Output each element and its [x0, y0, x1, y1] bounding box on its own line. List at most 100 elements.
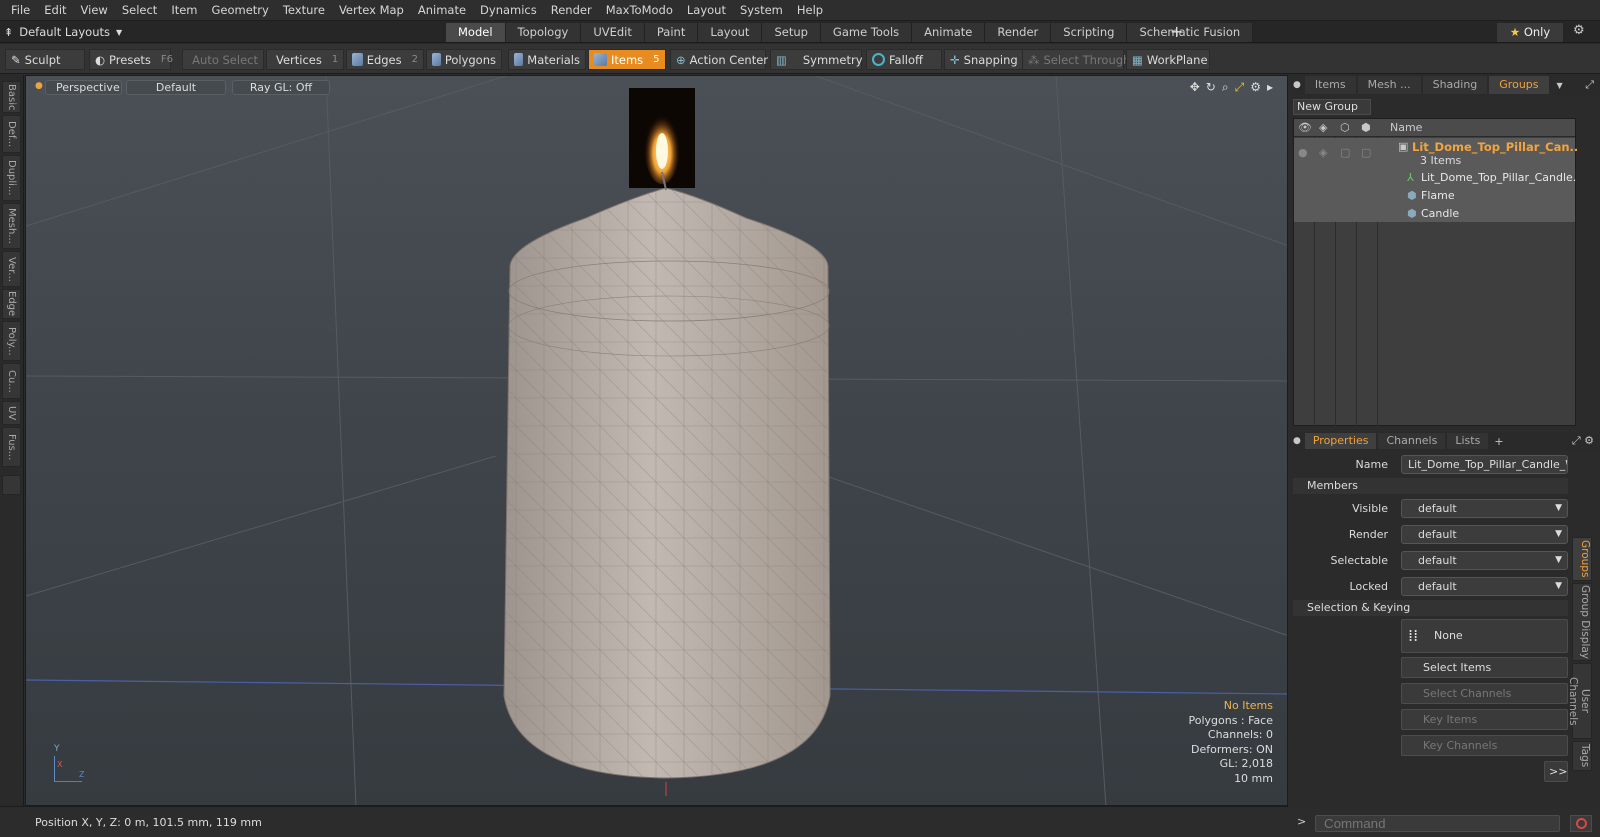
tab-items[interactable]: Items: [1304, 76, 1356, 94]
tab-deform[interactable]: Def...: [2, 115, 21, 153]
side-tab-tags[interactable]: Tags: [1572, 741, 1592, 771]
add-tab-icon[interactable]: +: [1494, 435, 1503, 448]
tab-game-tools[interactable]: Game Tools: [820, 23, 913, 42]
symmetry-button[interactable]: ▥ Symmetry: [770, 49, 863, 70]
more-button[interactable]: >>: [1544, 761, 1568, 782]
menu-file[interactable]: File: [4, 0, 37, 21]
select-icon[interactable]: ⬢: [1361, 121, 1371, 134]
viewport-gear-icon[interactable]: ⚙: [1250, 80, 1261, 95]
selection-keying-section[interactable]: Selection & Keying: [1293, 600, 1568, 616]
items-button[interactable]: Items 5: [588, 49, 666, 70]
select-channels-button[interactable]: Select Channels: [1401, 683, 1568, 704]
only-button[interactable]: ★ Only: [1497, 23, 1563, 42]
side-tab-user-channels[interactable]: User Channels: [1567, 663, 1592, 739]
tab-mesh[interactable]: Mesh...: [2, 203, 21, 249]
polygons-button[interactable]: Polygons: [426, 49, 502, 70]
view-perspective-button[interactable]: Perspective: [45, 80, 122, 95]
tab-scripting[interactable]: Scripting: [1051, 23, 1128, 42]
row-lock-icon[interactable]: ▢: [1340, 146, 1350, 159]
tabs-dropdown-icon[interactable]: ▼: [1557, 81, 1563, 90]
collapse-icon[interactable]: ⇞: [4, 26, 13, 39]
menu-maxtomodo[interactable]: MaxToModo: [599, 0, 680, 21]
expand-icon[interactable]: ⤢: [1585, 78, 1594, 92]
new-group-button[interactable]: New Group: [1293, 99, 1371, 115]
tab-layout[interactable]: Layout: [698, 23, 763, 42]
menu-edit[interactable]: Edit: [37, 0, 73, 21]
menu-layout[interactable]: Layout: [680, 0, 733, 21]
menu-view[interactable]: View: [74, 0, 115, 21]
render-dropdown[interactable]: default ▼: [1401, 525, 1568, 544]
none-button[interactable]: ⁞⁞ None: [1401, 619, 1568, 653]
materials-button[interactable]: Materials: [508, 49, 586, 70]
action-center-button[interactable]: ⊕ Action Center: [670, 49, 768, 70]
group-name-field[interactable]: Lit_Dome_Top_Pillar_Candle_Whi: [1401, 455, 1568, 474]
menu-help[interactable]: Help: [790, 0, 830, 21]
viewport-more-icon[interactable]: ▸: [1267, 80, 1273, 95]
add-tab-icon[interactable]: +: [1170, 22, 1183, 41]
tab-curve[interactable]: Cu...: [2, 363, 21, 399]
key-items-button[interactable]: Key Items: [1401, 709, 1568, 730]
tab-uv[interactable]: UV: [2, 401, 21, 425]
menu-system[interactable]: System: [733, 0, 790, 21]
tab-edge[interactable]: Edge: [2, 289, 21, 319]
command-input[interactable]: [1315, 815, 1560, 832]
expand-icon[interactable]: ⤢ ⚙: [1572, 434, 1594, 448]
tab-uvedit[interactable]: UVEdit: [581, 23, 645, 42]
falloff-button[interactable]: Falloff: [866, 49, 942, 70]
snapping-button[interactable]: ✛ Snapping: [944, 49, 1026, 70]
tab-expand[interactable]: [2, 475, 21, 495]
gear-icon[interactable]: ⚙: [1573, 23, 1585, 38]
tree-child-row[interactable]: ⅄ Lit_Dome_Top_Pillar_Candle...: [1294, 168, 1576, 186]
menu-geometry[interactable]: Geometry: [205, 0, 276, 21]
locked-dropdown[interactable]: default ▼: [1401, 577, 1568, 596]
tab-duplicate[interactable]: Dupli...: [2, 155, 21, 201]
menu-texture[interactable]: Texture: [276, 0, 332, 21]
presets-button[interactable]: ◐ Presets F6: [89, 49, 173, 70]
tab-animate[interactable]: Animate: [912, 23, 986, 42]
auto-select-button[interactable]: Auto Select: [182, 49, 264, 70]
tab-properties[interactable]: Properties: [1304, 433, 1377, 449]
layout-selector[interactable]: ⇞ Default Layouts ▼: [4, 23, 122, 41]
pan-icon[interactable]: ✥: [1190, 80, 1200, 95]
eye-icon[interactable]: 👁: [1298, 121, 1312, 134]
menu-animate[interactable]: Animate: [411, 0, 473, 21]
render-icon[interactable]: ◈: [1319, 121, 1327, 134]
tab-paint[interactable]: Paint: [644, 23, 699, 42]
sculpt-button[interactable]: ✎ Sculpt: [5, 49, 85, 70]
menu-render[interactable]: Render: [544, 0, 599, 21]
raygl-button[interactable]: Ray GL: Off: [232, 80, 330, 95]
edges-button[interactable]: Edges 2: [346, 49, 424, 70]
select-through-button[interactable]: ⁂ Select Through: [1022, 49, 1130, 70]
row-eye-icon[interactable]: ●: [1298, 146, 1308, 159]
tab-setup[interactable]: Setup: [762, 23, 821, 42]
members-section[interactable]: Members: [1293, 478, 1568, 494]
tab-model[interactable]: Model: [446, 23, 506, 42]
vertices-button[interactable]: Vertices 1: [266, 49, 344, 70]
3d-viewport[interactable]: ● Perspective Default Ray GL: Off ✥ ↻ ⌕ …: [25, 75, 1288, 806]
menu-item[interactable]: Item: [164, 0, 204, 21]
tab-topology[interactable]: Topology: [505, 23, 582, 42]
shading-default-button[interactable]: Default: [126, 80, 226, 95]
fit-icon[interactable]: ⤢: [1235, 80, 1245, 95]
selectable-dropdown[interactable]: default ▼: [1401, 551, 1568, 570]
row-select-icon[interactable]: ▢: [1361, 146, 1371, 159]
tab-channels[interactable]: Channels: [1378, 433, 1446, 449]
lock-icon[interactable]: ⬡: [1340, 121, 1350, 134]
side-tab-groups[interactable]: Groups: [1572, 537, 1592, 581]
menu-vertex-map[interactable]: Vertex Map: [332, 0, 411, 21]
row-render-icon[interactable]: ◈: [1319, 146, 1327, 159]
key-channels-button[interactable]: Key Channels: [1401, 735, 1568, 756]
select-items-button[interactable]: Select Items: [1401, 657, 1568, 678]
tab-groups[interactable]: Groups: [1489, 76, 1549, 94]
tab-basic[interactable]: Basic: [2, 81, 21, 113]
tab-vertex[interactable]: Ver...: [2, 251, 21, 287]
tree-child-row[interactable]: ⬢ Flame: [1294, 186, 1575, 204]
tab-schematic-fusion[interactable]: Schematic Fusion: [1127, 23, 1254, 42]
group-row[interactable]: ● ◈ ▢ ▢ ▣ Lit_Dome_Top_Pillar_Can... 3 I…: [1294, 138, 1577, 168]
rotate-icon[interactable]: ↻: [1206, 80, 1216, 95]
tab-shading[interactable]: Shading: [1422, 76, 1488, 94]
tab-lists[interactable]: Lists: [1447, 433, 1489, 449]
tab-render[interactable]: Render: [985, 23, 1052, 42]
side-tab-group-display[interactable]: Group Display: [1572, 583, 1592, 661]
menu-dynamics[interactable]: Dynamics: [473, 0, 544, 21]
